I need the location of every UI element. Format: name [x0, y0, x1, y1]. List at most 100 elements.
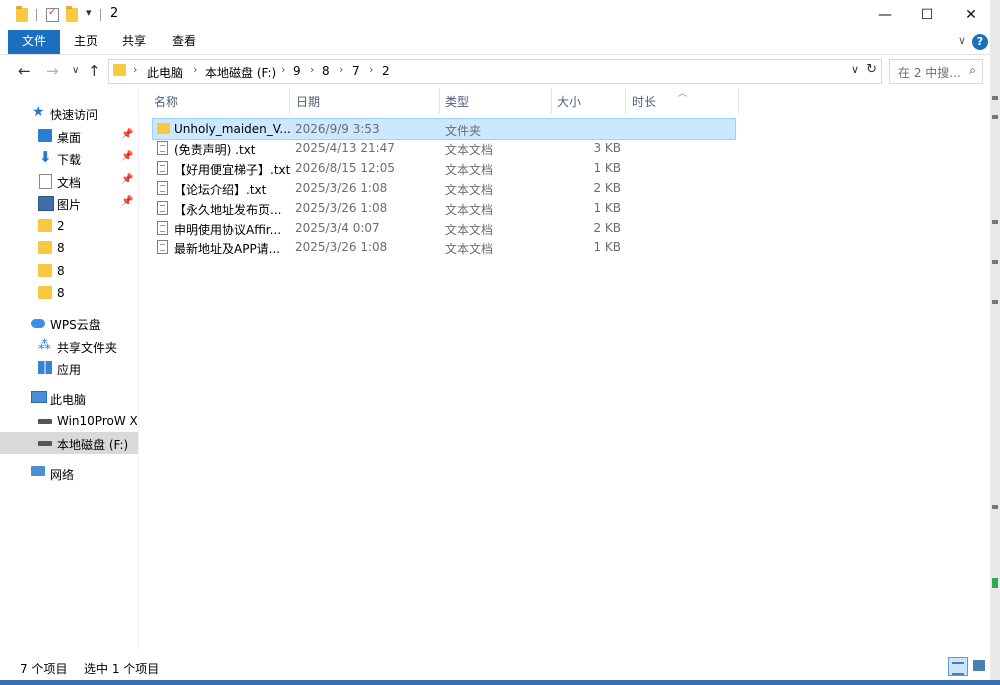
crumb-separator-icon[interactable]: › [339, 63, 343, 76]
sidebar-item-this-pc[interactable]: 此电脑 [0, 387, 138, 409]
background-mark [992, 220, 998, 224]
pin-icon[interactable]: 📌 [121, 151, 133, 162]
address-dropdown-icon[interactable]: ∨ [851, 63, 859, 76]
crumb-separator-icon[interactable]: › [193, 63, 197, 76]
table-row[interactable]: Unholy_maiden_V... 2026/9/9 3:53 文件夹 [152, 118, 736, 140]
sidebar-item-network[interactable]: 网络 [0, 462, 138, 484]
sidebar-item-folder-8[interactable]: 8 [0, 282, 138, 304]
forward-arrow-icon[interactable]: → [46, 62, 59, 80]
refresh-icon[interactable]: ↻ [866, 62, 877, 77]
column-divider[interactable] [625, 88, 626, 114]
crumb-2[interactable]: 2 [382, 64, 390, 78]
tab-file[interactable]: 文件 [8, 30, 60, 54]
background-mark [992, 300, 998, 304]
crumb-separator-icon[interactable]: › [310, 63, 314, 76]
address-bar[interactable]: › 此电脑 › 本地磁盘 (F:) › 9 › 8 › 7 › 2 ∨ ↻ [108, 59, 882, 84]
table-row[interactable]: 【论坛介绍】.txt 2025/3/26 1:08 文本文档 2 KB [153, 178, 735, 198]
help-icon[interactable]: ? [972, 34, 988, 50]
column-divider[interactable] [551, 88, 552, 114]
crumb-9[interactable]: 9 [293, 64, 301, 78]
download-arrow-icon: ⬇ [39, 148, 52, 166]
drive-icon [38, 441, 52, 446]
qat-separator [36, 9, 37, 21]
sidebar-item-shared-folder[interactable]: ⁂ 共享文件夹 [0, 335, 138, 357]
folder-icon [38, 264, 52, 277]
sidebar-item-system-drive[interactable]: Win10ProW X6 [0, 410, 138, 432]
sidebar-item-folder-8[interactable]: 8 [0, 260, 138, 282]
sidebar-item-quick-access[interactable]: ★ 快速访问 [0, 102, 138, 124]
document-icon [39, 174, 52, 189]
search-icon[interactable]: ⌕ [969, 63, 976, 78]
network-icon [31, 466, 45, 476]
background-mark [992, 578, 998, 588]
crumb-separator-icon[interactable]: › [133, 63, 137, 76]
large-icons-view-button[interactable] [970, 657, 988, 674]
computer-icon [31, 391, 47, 403]
column-divider[interactable] [289, 88, 290, 114]
table-row[interactable]: 【好用便宜梯子】.txt 2026/8/15 12:05 文本文档 1 KB [153, 158, 735, 178]
up-arrow-icon[interactable]: ↑ [88, 62, 101, 80]
sidebar-item-label: 8 [57, 241, 65, 255]
properties-icon[interactable]: ✓ [46, 7, 59, 22]
column-divider[interactable] [439, 88, 440, 114]
crumb-separator-icon[interactable]: › [281, 63, 285, 76]
column-header-date[interactable]: 日期 [296, 93, 320, 110]
sidebar-item-label: 8 [57, 286, 65, 300]
sidebar-item-folder-2[interactable]: 2 [0, 215, 138, 237]
crumb-7[interactable]: 7 [352, 64, 360, 78]
crumb-8[interactable]: 8 [322, 64, 330, 78]
file-name: 【好用便宜梯子】.txt [174, 163, 291, 177]
sidebar-item-folder-8[interactable]: 8 [0, 237, 138, 259]
new-folder-icon[interactable] [66, 6, 78, 22]
crumb-drive-f[interactable]: 本地磁盘 (F:) [205, 64, 276, 81]
background-mark [992, 505, 998, 509]
tab-home[interactable]: 主页 [66, 30, 106, 54]
column-header-size[interactable]: 大小 [557, 93, 581, 110]
table-row[interactable]: 申明使用协议Affir... 2025/3/4 0:07 文本文档 2 KB [153, 218, 735, 238]
tab-view[interactable]: 查看 [164, 30, 204, 54]
sidebar-item-desktop[interactable]: 桌面 📌 [0, 125, 138, 147]
sidebar-item-pictures[interactable]: 图片 📌 [0, 192, 138, 214]
column-divider[interactable] [738, 88, 739, 114]
tab-share[interactable]: 共享 [114, 30, 154, 54]
column-header-row: 名称 日期 类型 大小 时长 ︿ [139, 88, 739, 114]
table-row[interactable]: (免责声明) .txt 2025/4/13 21:47 文本文档 3 KB [153, 138, 735, 158]
pin-icon[interactable]: 📌 [121, 174, 133, 185]
folder-icon [157, 123, 170, 134]
search-input[interactable]: 在 2 中搜... [898, 64, 961, 81]
recent-locations-icon[interactable]: ∨ [72, 65, 79, 76]
background-mark [992, 96, 998, 100]
column-header-type[interactable]: 类型 [445, 93, 469, 110]
chevron-down-icon[interactable]: ∨ [958, 34, 966, 47]
title-separator [100, 9, 101, 21]
maximize-button[interactable]: ☐ [904, 0, 950, 30]
sidebar-item-documents[interactable]: 文档 📌 [0, 170, 138, 192]
back-arrow-icon[interactable]: ← [18, 62, 31, 80]
table-row[interactable]: 【永久地址发布页... 2025/3/26 1:08 文本文档 1 KB [153, 198, 735, 218]
minimize-button[interactable]: — [862, 0, 908, 30]
column-header-duration[interactable]: 时长 [632, 93, 656, 110]
pin-icon[interactable]: 📌 [121, 129, 133, 140]
folder-icon [38, 241, 52, 254]
crumb-this-pc[interactable]: 此电脑 [147, 64, 183, 81]
file-size: 1 KB [593, 240, 621, 254]
qat-dropdown-icon[interactable]: ▾ [86, 6, 92, 19]
file-type: 文本文档 [445, 203, 494, 217]
file-date: 2025/3/26 1:08 [295, 240, 388, 254]
details-view-button[interactable] [948, 657, 968, 676]
sidebar-item-downloads[interactable]: ⬇ 下载 📌 [0, 147, 138, 169]
file-size: 2 KB [593, 221, 621, 235]
table-row[interactable]: 最新地址及APP请... 2025/3/26 1:08 文本文档 1 KB [153, 237, 735, 257]
text-file-icon [157, 141, 168, 155]
sidebar-item-apps[interactable]: 应用 [0, 357, 138, 379]
pin-icon[interactable]: 📌 [121, 196, 133, 207]
column-header-name[interactable]: 名称 [154, 93, 178, 110]
sidebar-item-drive-f[interactable]: 本地磁盘 (F:) [0, 432, 138, 454]
sidebar-item-wps-cloud[interactable]: WPS云盘 [0, 312, 138, 334]
search-box[interactable]: 在 2 中搜... ⌕ [889, 59, 983, 84]
crumb-separator-icon[interactable]: › [369, 63, 373, 76]
file-type: 文本文档 [445, 223, 494, 237]
close-button[interactable]: ✕ [948, 0, 994, 30]
item-count: 7 个项目 [20, 662, 68, 676]
desktop-icon [38, 129, 52, 142]
